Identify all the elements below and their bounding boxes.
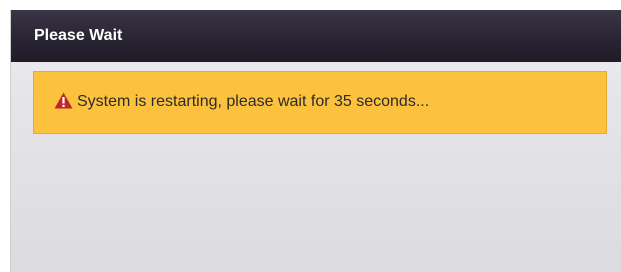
dialog-titlebar: Please Wait	[11, 10, 621, 62]
restart-warning-alert: System is restarting, please wait for 35…	[33, 71, 607, 134]
please-wait-dialog: Please Wait System is restarting, please…	[10, 10, 621, 272]
dialog-title: Please Wait	[34, 27, 123, 44]
restart-message: System is restarting, please wait for 35…	[77, 93, 430, 110]
warning-triangle-icon	[54, 92, 73, 109]
